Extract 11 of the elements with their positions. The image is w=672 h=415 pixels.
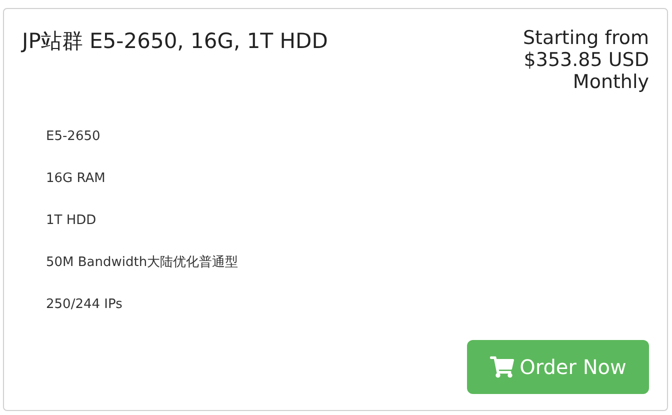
feature-text: E5-2650 [46,128,102,146]
feature-text: 250/244 IPs [46,296,124,314]
order-button[interactable]: Order Now [467,340,649,394]
price-text: $353.85 USD [524,49,649,71]
product-title: JP站群 E5-2650, 16G, 1T HDD [22,28,328,55]
price-text: Starting from [522,27,649,49]
feature-text: 1T HDD [46,212,98,230]
feature-text: 50M Bandwidth大陆优化普通型 [46,254,240,272]
feature-text: 16G RAM [46,170,106,188]
cart-icon [490,356,514,378]
price-text: Monthly [572,71,649,93]
